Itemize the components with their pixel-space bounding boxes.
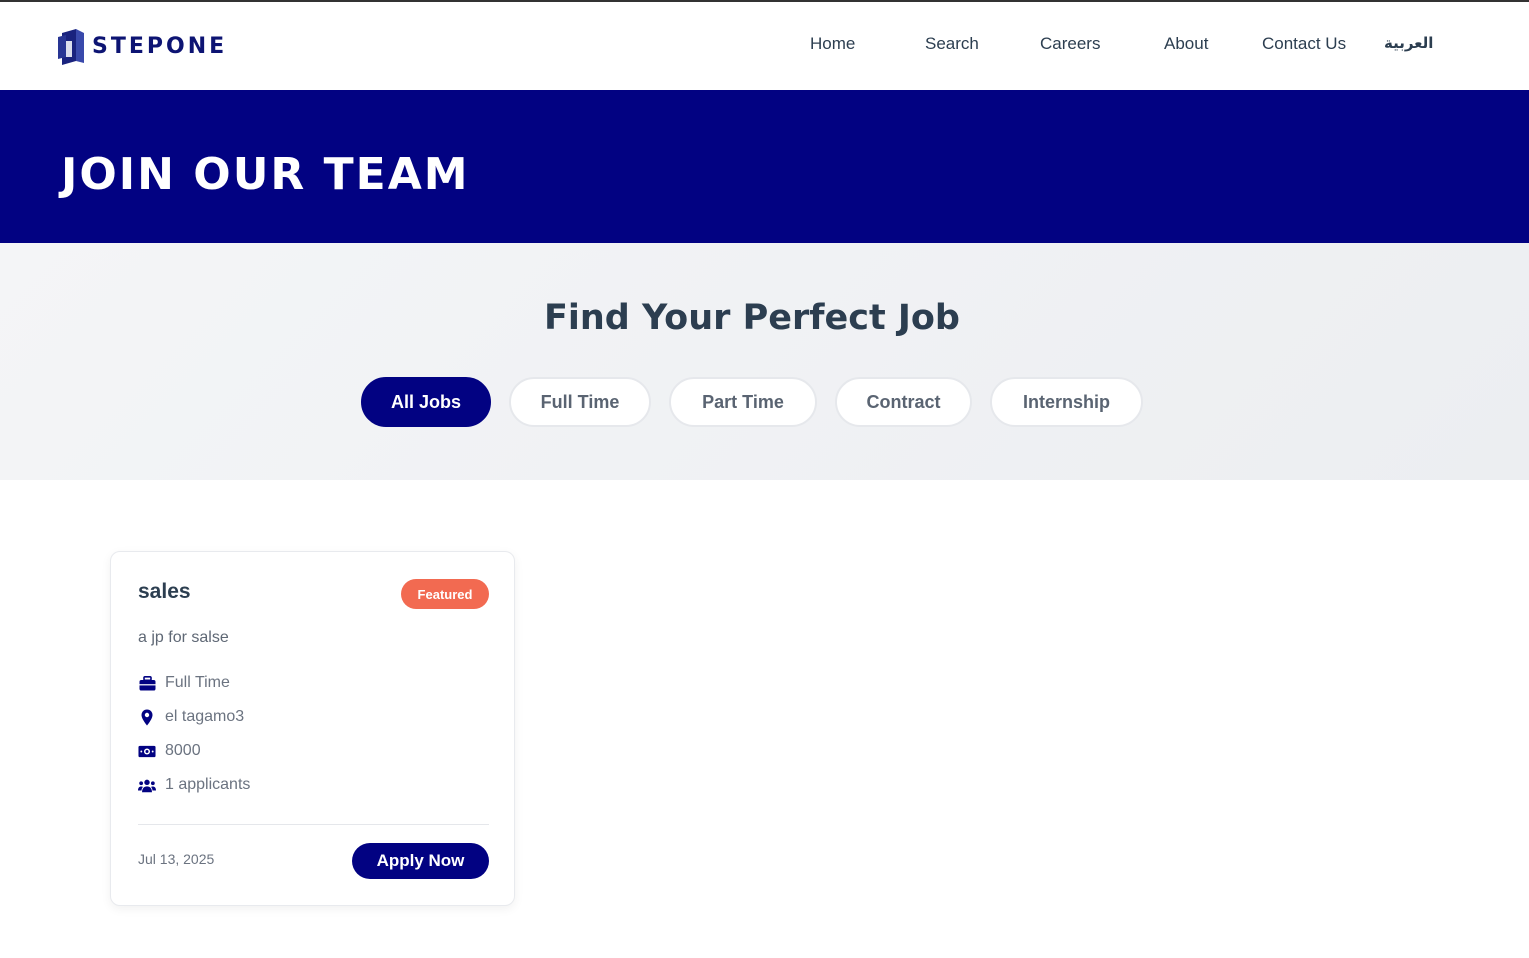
apply-now-button[interactable]: Apply Now [352, 843, 489, 879]
featured-badge: Featured [401, 579, 489, 609]
filter-title: Find Your Perfect Job [543, 298, 960, 338]
filter-all-jobs[interactable]: All Jobs [361, 377, 491, 427]
logo[interactable]: STEPONE [56, 26, 227, 66]
job-location-row: el tagamo3 [138, 707, 244, 727]
map-pin-icon [138, 708, 156, 726]
logo-text: STEPONE [92, 33, 228, 59]
job-location: el tagamo3 [165, 708, 245, 725]
filter-internship[interactable]: Internship [990, 377, 1143, 427]
job-description: a jp for salse [138, 629, 229, 646]
job-salary-row: 8000 [138, 741, 201, 761]
filter-full-time[interactable]: Full Time [509, 377, 651, 427]
hero-title: JOIN OUR TEAM [61, 149, 470, 200]
job-card: sales Featured a jp for salse Full Time … [110, 551, 515, 906]
hero-banner: JOIN OUR TEAM [0, 90, 1529, 243]
money-icon [138, 742, 156, 760]
job-title[interactable]: sales [138, 580, 191, 604]
job-filter-section: Find Your Perfect Job All Jobs Full Time… [0, 243, 1529, 480]
job-type: Full Time [165, 674, 230, 691]
job-salary: 8000 [165, 742, 201, 759]
nav-about[interactable]: About [1164, 34, 1208, 54]
filter-contract[interactable]: Contract [835, 377, 972, 427]
filter-part-time[interactable]: Part Time [669, 377, 817, 427]
card-divider [138, 824, 489, 825]
nav-home[interactable]: Home [810, 34, 855, 54]
language-switch[interactable]: العربية [1384, 34, 1433, 52]
job-applicants-row: 1 applicants [138, 775, 250, 795]
logo-icon [58, 29, 84, 65]
navbar: STEPONE Home Search Careers About Contac… [0, 2, 1529, 90]
job-date: Jul 13, 2025 [138, 851, 215, 867]
nav-careers[interactable]: Careers [1040, 34, 1100, 54]
job-type-row: Full Time [138, 673, 230, 693]
job-applicants: 1 applicants [165, 776, 251, 793]
nav-search[interactable]: Search [925, 34, 979, 54]
nav-contact-us[interactable]: Contact Us [1262, 34, 1346, 54]
users-icon [138, 776, 156, 794]
briefcase-icon [138, 674, 156, 692]
